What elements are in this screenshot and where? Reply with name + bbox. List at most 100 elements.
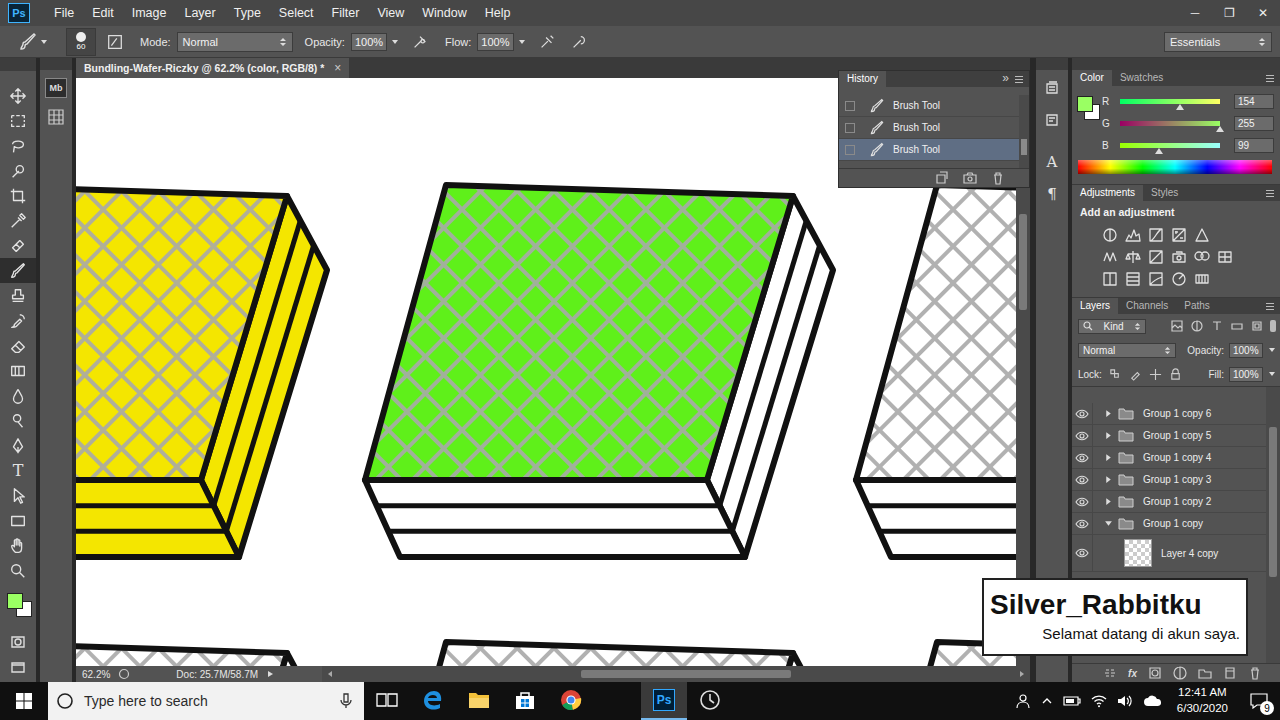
menu-item[interactable]: Layer — [176, 3, 223, 23]
tool-button[interactable] — [0, 408, 36, 433]
tool-preset-picker[interactable] — [18, 32, 48, 52]
brush-size-picker[interactable]: 60 — [66, 28, 96, 56]
tool-button[interactable] — [0, 333, 36, 358]
collapse-panel-button[interactable]: » — [998, 71, 1013, 87]
status-info-icon[interactable] — [118, 668, 130, 680]
dock-button[interactable] — [1038, 106, 1066, 134]
status-menu-arrow-icon[interactable] — [266, 670, 274, 678]
channel-value-field[interactable]: 154 — [1234, 94, 1274, 109]
layers-scrollbar[interactable] — [1266, 387, 1280, 663]
slider-thumb[interactable] — [1216, 126, 1224, 132]
brightness-icon[interactable] — [1102, 227, 1118, 243]
tool-button[interactable] — [0, 108, 36, 133]
eye-icon[interactable] — [1075, 497, 1089, 507]
pressure-opacity-icon[interactable] — [411, 33, 429, 51]
menu-item[interactable]: File — [46, 3, 82, 23]
dock-button[interactable]: ¶ — [1038, 180, 1066, 208]
threshold-icon[interactable] — [1148, 271, 1164, 287]
lock-option-icon[interactable] — [1109, 368, 1122, 381]
blend-mode-dropdown[interactable]: Normal — [1078, 343, 1176, 358]
exposure-icon[interactable] — [1171, 227, 1187, 243]
layer-row[interactable]: Group 1 copy 2 — [1072, 491, 1266, 513]
workspace-dropdown[interactable]: Essentials — [1164, 32, 1272, 52]
history-state[interactable]: Brush Tool — [839, 139, 1019, 161]
tool-button[interactable] — [0, 158, 36, 183]
taskbar-app[interactable] — [410, 682, 456, 720]
hue-icon[interactable] — [1102, 249, 1118, 265]
window-control[interactable]: ─ — [1178, 2, 1212, 24]
slider-thumb[interactable] — [1176, 104, 1184, 110]
curves-icon[interactable] — [1148, 227, 1164, 243]
tool-button[interactable] — [0, 183, 36, 208]
flow-field[interactable]: 100% — [477, 33, 513, 51]
new-document-from-state-icon[interactable] — [935, 171, 949, 185]
scroll-left-icon[interactable] — [326, 670, 334, 678]
dock-button[interactable]: A — [1038, 148, 1066, 176]
invert-icon[interactable] — [1102, 271, 1118, 287]
grid-panel-button[interactable] — [45, 106, 67, 128]
layer-row[interactable]: Group 1 copy 6 — [1072, 403, 1266, 425]
color-spectrum-ramp[interactable] — [1078, 160, 1272, 174]
layer-filter-icon[interactable] — [1190, 319, 1204, 333]
quick-mask-button[interactable] — [0, 629, 36, 654]
eye-icon[interactable] — [1075, 431, 1089, 441]
start-button[interactable] — [0, 682, 48, 720]
layer-fill-field[interactable]: 100% — [1229, 367, 1263, 382]
scroll-thumb[interactable] — [581, 670, 791, 678]
airbrush-icon[interactable] — [538, 33, 556, 51]
layer-opacity-field[interactable]: 100% — [1229, 343, 1263, 358]
foreground-color-swatch[interactable] — [1077, 96, 1093, 112]
layer-style-button[interactable]: fx — [1128, 668, 1137, 679]
scroll-thumb[interactable] — [1019, 214, 1027, 310]
color-swatches[interactable] — [4, 589, 32, 623]
app-logo[interactable]: Ps — [8, 3, 30, 23]
trash-icon[interactable] — [991, 171, 1005, 185]
eye-icon[interactable] — [1075, 548, 1089, 558]
collapsed-arrow-icon[interactable] — [1104, 409, 1113, 418]
microphone-icon[interactable] — [340, 693, 352, 709]
tool-button[interactable] — [0, 258, 36, 283]
eye-icon[interactable] — [1075, 519, 1089, 529]
opacity-field[interactable]: 100% — [351, 33, 387, 51]
tool-button[interactable] — [0, 83, 36, 108]
window-control[interactable]: ❐ — [1212, 2, 1246, 24]
layer-action-icon[interactable] — [1173, 666, 1187, 680]
menu-item[interactable]: Edit — [84, 3, 122, 23]
posterize-icon[interactable] — [1125, 271, 1141, 287]
scroll-right-icon[interactable] — [1018, 670, 1026, 678]
selective-icon[interactable] — [1171, 271, 1187, 287]
lock-option-icon[interactable] — [1129, 368, 1142, 381]
opacity-slider-button[interactable] — [389, 35, 401, 49]
taskbar-app[interactable] — [548, 682, 594, 720]
mode-dropdown[interactable]: Normal — [177, 32, 293, 52]
zoom-level[interactable]: 62.2% — [82, 669, 110, 680]
menu-item[interactable]: Filter — [324, 3, 368, 23]
layer-filter-dropdown[interactable]: Kind — [1078, 319, 1146, 334]
menu-item[interactable]: Window — [414, 3, 474, 23]
history-state[interactable]: Brush Tool — [839, 95, 1019, 117]
lock-option-icon[interactable] — [1149, 368, 1162, 381]
balance-icon[interactable] — [1125, 249, 1141, 265]
panel-tab[interactable]: Swatches — [1112, 70, 1171, 86]
layer-filter-icon[interactable] — [1210, 319, 1224, 333]
panel-tab[interactable]: Channels — [1118, 298, 1176, 314]
tool-button[interactable] — [0, 383, 36, 408]
tool-button[interactable] — [0, 133, 36, 158]
layer-row[interactable]: Group 1 copy — [1072, 513, 1266, 535]
tool-button[interactable] — [0, 533, 36, 558]
panel-menu-icon[interactable] — [1266, 298, 1276, 314]
brush-panel-icon[interactable] — [106, 33, 124, 51]
lock-option-icon[interactable] — [1169, 368, 1182, 381]
tool-button[interactable]: T — [0, 458, 36, 483]
layer-row[interactable]: Group 1 copy 4 — [1072, 447, 1266, 469]
color-slider[interactable] — [1120, 143, 1220, 148]
notification-center-button[interactable]: 9 — [1242, 682, 1276, 720]
menu-item[interactable]: Type — [226, 3, 269, 23]
battery-icon[interactable] — [1063, 695, 1081, 707]
menu-item[interactable]: Select — [271, 3, 322, 23]
eye-icon[interactable] — [1075, 475, 1089, 485]
layer-row[interactable]: Group 1 copy 3 — [1072, 469, 1266, 491]
layer-filter-icon[interactable] — [1250, 319, 1264, 333]
tool-button[interactable] — [0, 433, 36, 458]
flow-slider-button[interactable] — [516, 35, 528, 49]
